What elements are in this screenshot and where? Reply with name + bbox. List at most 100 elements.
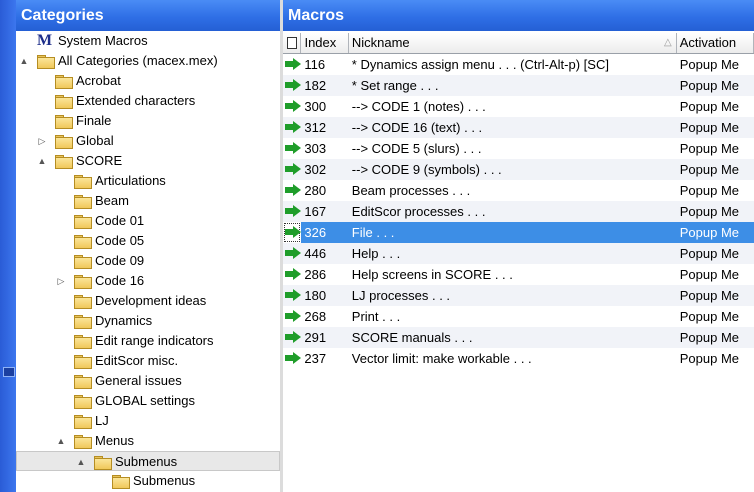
macro-nickname-cell: * Set range . . . <box>351 78 439 93</box>
macro-type-cell <box>283 222 302 243</box>
tree-item-label: Code 09 <box>95 253 145 268</box>
macro-row[interactable]: 180 LJ processes . . . Popup Me <box>283 285 754 306</box>
m-logo-icon: M <box>37 32 53 49</box>
macro-activation-cell: Popup Me <box>679 246 740 261</box>
tree-item[interactable]: Code 05 <box>16 231 280 251</box>
macro-index-cell: 280 <box>304 183 327 198</box>
folder-icon <box>74 355 92 369</box>
collapse-icon[interactable]: ▲ <box>37 151 47 171</box>
tree-item-label: Finale <box>76 113 112 128</box>
tree-item[interactable]: ▲ Menus <box>16 431 280 451</box>
macro-row[interactable]: 326 File . . . Popup Me <box>283 222 754 243</box>
tree-item[interactable]: EditScor misc. <box>16 351 280 371</box>
green-arrow-icon <box>285 247 301 259</box>
tree-item[interactable]: Code 01 <box>16 211 280 231</box>
macro-row[interactable]: 312 --> CODE 16 (text) . . . Popup Me <box>283 117 754 138</box>
macro-row[interactable]: 182 * Set range . . . Popup Me <box>283 75 754 96</box>
collapse-icon[interactable]: ▲ <box>19 51 29 71</box>
tree-item[interactable]: ▲ All Categories (macex.mex) <box>16 51 280 71</box>
tree-item-label: SCORE <box>76 153 123 168</box>
expand-icon[interactable]: ▷ <box>37 131 47 151</box>
collapse-icon[interactable]: ▲ <box>56 431 66 451</box>
folder-icon <box>112 475 130 489</box>
folder-icon <box>74 335 92 349</box>
window-edge-strip <box>0 0 16 492</box>
macro-type-cell <box>283 96 301 117</box>
column-header-nickname[interactable]: Nickname △ <box>349 33 677 53</box>
tree-item[interactable]: ▲ SCORE <box>16 151 280 171</box>
column-header-index[interactable]: Index <box>301 33 349 53</box>
column-header-row: Index Nickname △ Activation <box>283 33 754 54</box>
tree-item[interactable]: ▲ Submenus <box>16 451 280 471</box>
tree-item-label: Articulations <box>95 173 166 188</box>
folder-icon <box>55 135 73 149</box>
green-arrow-icon <box>285 226 301 238</box>
tree-item[interactable]: Beam <box>16 191 280 211</box>
macro-type-cell <box>283 75 301 96</box>
tree-item[interactable]: GLOBAL settings <box>16 391 280 411</box>
collapse-icon[interactable]: ▲ <box>76 452 86 472</box>
folder-icon <box>74 415 92 429</box>
tree-item[interactable]: Extended characters <box>16 91 280 111</box>
macro-activation-cell: Popup Me <box>679 99 740 114</box>
macro-activation-cell: Popup Me <box>679 120 740 135</box>
macro-activation-cell: Popup Me <box>679 204 740 219</box>
macro-row[interactable]: 167 EditScor processes . . . Popup Me <box>283 201 754 222</box>
tree-item[interactable]: Development ideas <box>16 291 280 311</box>
tree-item[interactable]: Acrobat <box>16 71 280 91</box>
green-arrow-icon <box>285 142 301 154</box>
green-arrow-icon <box>285 163 301 175</box>
macro-row[interactable]: 237 Vector limit: make workable . . . Popu… <box>283 348 754 369</box>
green-arrow-icon <box>285 268 301 280</box>
green-arrow-icon <box>285 352 301 364</box>
macro-activation-cell: Popup Me <box>679 330 740 345</box>
tree-item-label: Code 16 <box>95 273 145 288</box>
folder-icon <box>94 456 112 470</box>
tree-item[interactable]: Code 09 <box>16 251 280 271</box>
tree-item[interactable]: Dynamics <box>16 311 280 331</box>
tree-item[interactable]: M System Macros <box>16 31 280 51</box>
resize-grip[interactable] <box>3 367 15 377</box>
categories-panel: Categories M System Macros ▲ All Categories… <box>16 0 281 492</box>
macro-row[interactable]: 446 Help . . . Popup Me <box>283 243 754 264</box>
macro-row[interactable]: 280 Beam processes . . . Popup Me <box>283 180 754 201</box>
tree-item-label: Dynamics <box>95 313 153 328</box>
green-arrow-icon <box>285 289 301 301</box>
folder-icon <box>74 295 92 309</box>
macro-index-cell: 303 <box>304 141 327 156</box>
macro-row[interactable]: 303 --> CODE 5 (slurs) . . . Popup Me <box>283 138 754 159</box>
tree-item[interactable]: Finale <box>16 111 280 131</box>
macro-row[interactable]: 291 SCORE manuals . . . Popup Me <box>283 327 754 348</box>
tree-item[interactable]: LJ <box>16 411 280 431</box>
macro-activation-cell: Popup Me <box>679 183 740 198</box>
folder-icon <box>74 275 92 289</box>
macro-row[interactable]: 116 * Dynamics assign menu . . . (Ctrl-Al… <box>283 54 754 75</box>
macro-row[interactable]: 286 Help screens in SCORE . . . Popup Me <box>283 264 754 285</box>
tree-item[interactable]: General issues <box>16 371 280 391</box>
tree-item[interactable]: Edit range indicators <box>16 331 280 351</box>
macro-row[interactable]: 302 --> CODE 9 (symbols) . . . Popup Me <box>283 159 754 180</box>
macro-row[interactable]: 268 Print . . . Popup Me <box>283 306 754 327</box>
tree-item[interactable]: ▷ Code 16 <box>16 271 280 291</box>
macro-type-cell <box>283 117 301 138</box>
tree-item[interactable]: Submenus <box>16 471 280 491</box>
expand-icon[interactable]: ▷ <box>56 271 66 291</box>
tree-item[interactable]: ▷ Global <box>16 131 280 151</box>
tree-item-label: LJ <box>95 413 109 428</box>
tree-item[interactable]: Articulations <box>16 171 280 191</box>
green-arrow-icon <box>285 310 301 322</box>
tree-item-label: Code 01 <box>95 213 145 228</box>
macro-index-cell: 326 <box>304 225 327 240</box>
tree-item-label: Code 05 <box>95 233 145 248</box>
folder-icon <box>55 95 73 109</box>
folder-icon <box>74 215 92 229</box>
column-header-icon[interactable] <box>283 33 302 53</box>
tree-item-label: EditScor misc. <box>95 353 179 368</box>
macro-activation-cell: Popup Me <box>679 57 740 72</box>
tree-item-label: Global <box>76 133 114 148</box>
macro-activation-cell: Popup Me <box>679 141 740 156</box>
green-arrow-icon <box>285 205 301 217</box>
macro-nickname-cell: File . . . <box>351 225 395 240</box>
macro-row[interactable]: 300 --> CODE 1 (notes) . . . Popup Me <box>283 96 754 117</box>
column-header-activation[interactable]: Activation <box>677 33 754 53</box>
